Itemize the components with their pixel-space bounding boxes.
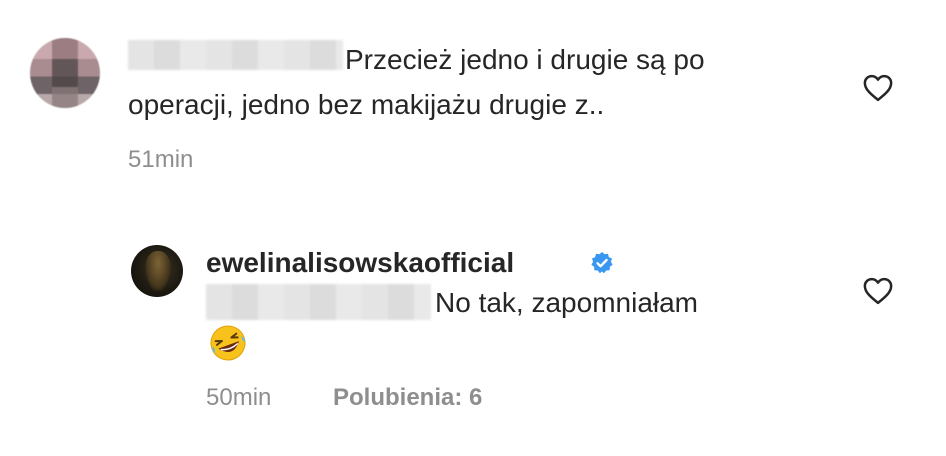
reply-author-avatar[interactable]	[131, 245, 183, 297]
reply-timestamp: 50min	[206, 384, 272, 411]
reply-text: No tak, zapomniałam	[435, 287, 699, 318]
reply-username[interactable]: ewelinalisowskaofficial	[206, 246, 514, 280]
commenter-avatar[interactable]	[30, 38, 100, 108]
blurred-mention	[206, 284, 431, 320]
verified-badge-icon	[591, 252, 613, 274]
comment-text-line1: Przecież jedno i drugie są po	[345, 44, 705, 75]
blurred-username	[128, 40, 343, 70]
heart-outline-icon[interactable]	[863, 74, 893, 102]
heart-outline-icon[interactable]	[863, 277, 893, 305]
likes-count-link[interactable]: Polubienia: 6	[333, 384, 482, 412]
comment-timestamp: 51min	[128, 146, 194, 173]
rofl-emoji-icon	[210, 325, 246, 361]
comment-text-line2: operacji, jedno bez makijażu drugie z..	[128, 89, 605, 120]
